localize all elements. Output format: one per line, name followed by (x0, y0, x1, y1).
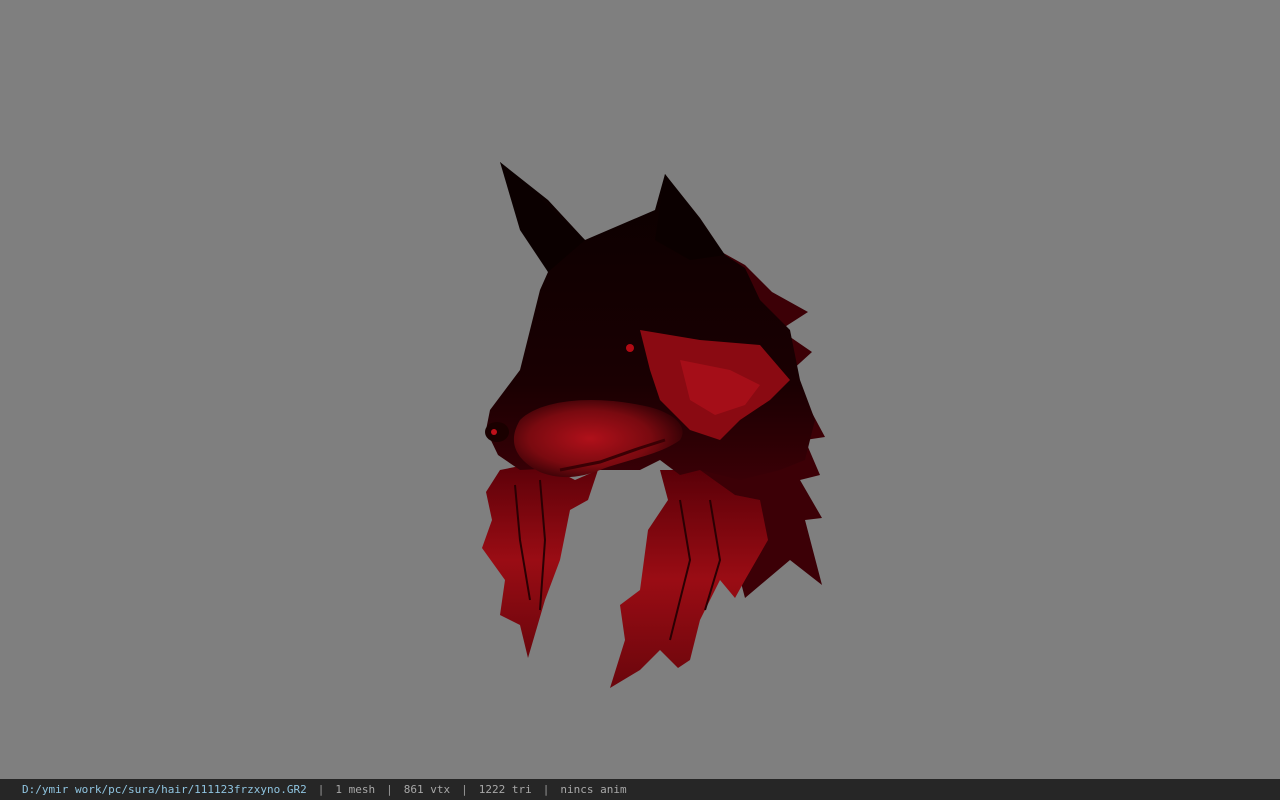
wolf-head-model[interactable] (0, 0, 1280, 779)
wolf-snout (513, 400, 683, 478)
status-separator: | (461, 783, 468, 796)
vertex-count-text: 861 vtx (403, 783, 451, 796)
animation-status-text: nincs anim (560, 783, 627, 796)
status-bar: D:/ymir work/pc/sura/hair/111123frzxyno.… (0, 779, 1280, 800)
3d-viewport[interactable] (0, 0, 1280, 779)
nose-highlight (491, 429, 497, 435)
triangle-count-text: 1222 tri (478, 783, 532, 796)
right-fur-braid (610, 470, 768, 688)
wolf-eye (626, 344, 634, 352)
status-separator: | (386, 783, 393, 796)
file-path-text: D:/ymir work/pc/sura/hair/111123frzxyno.… (22, 783, 307, 796)
status-separator: | (317, 783, 325, 796)
status-separator: | (542, 783, 550, 796)
mesh-count-text: 1 mesh (335, 783, 376, 796)
